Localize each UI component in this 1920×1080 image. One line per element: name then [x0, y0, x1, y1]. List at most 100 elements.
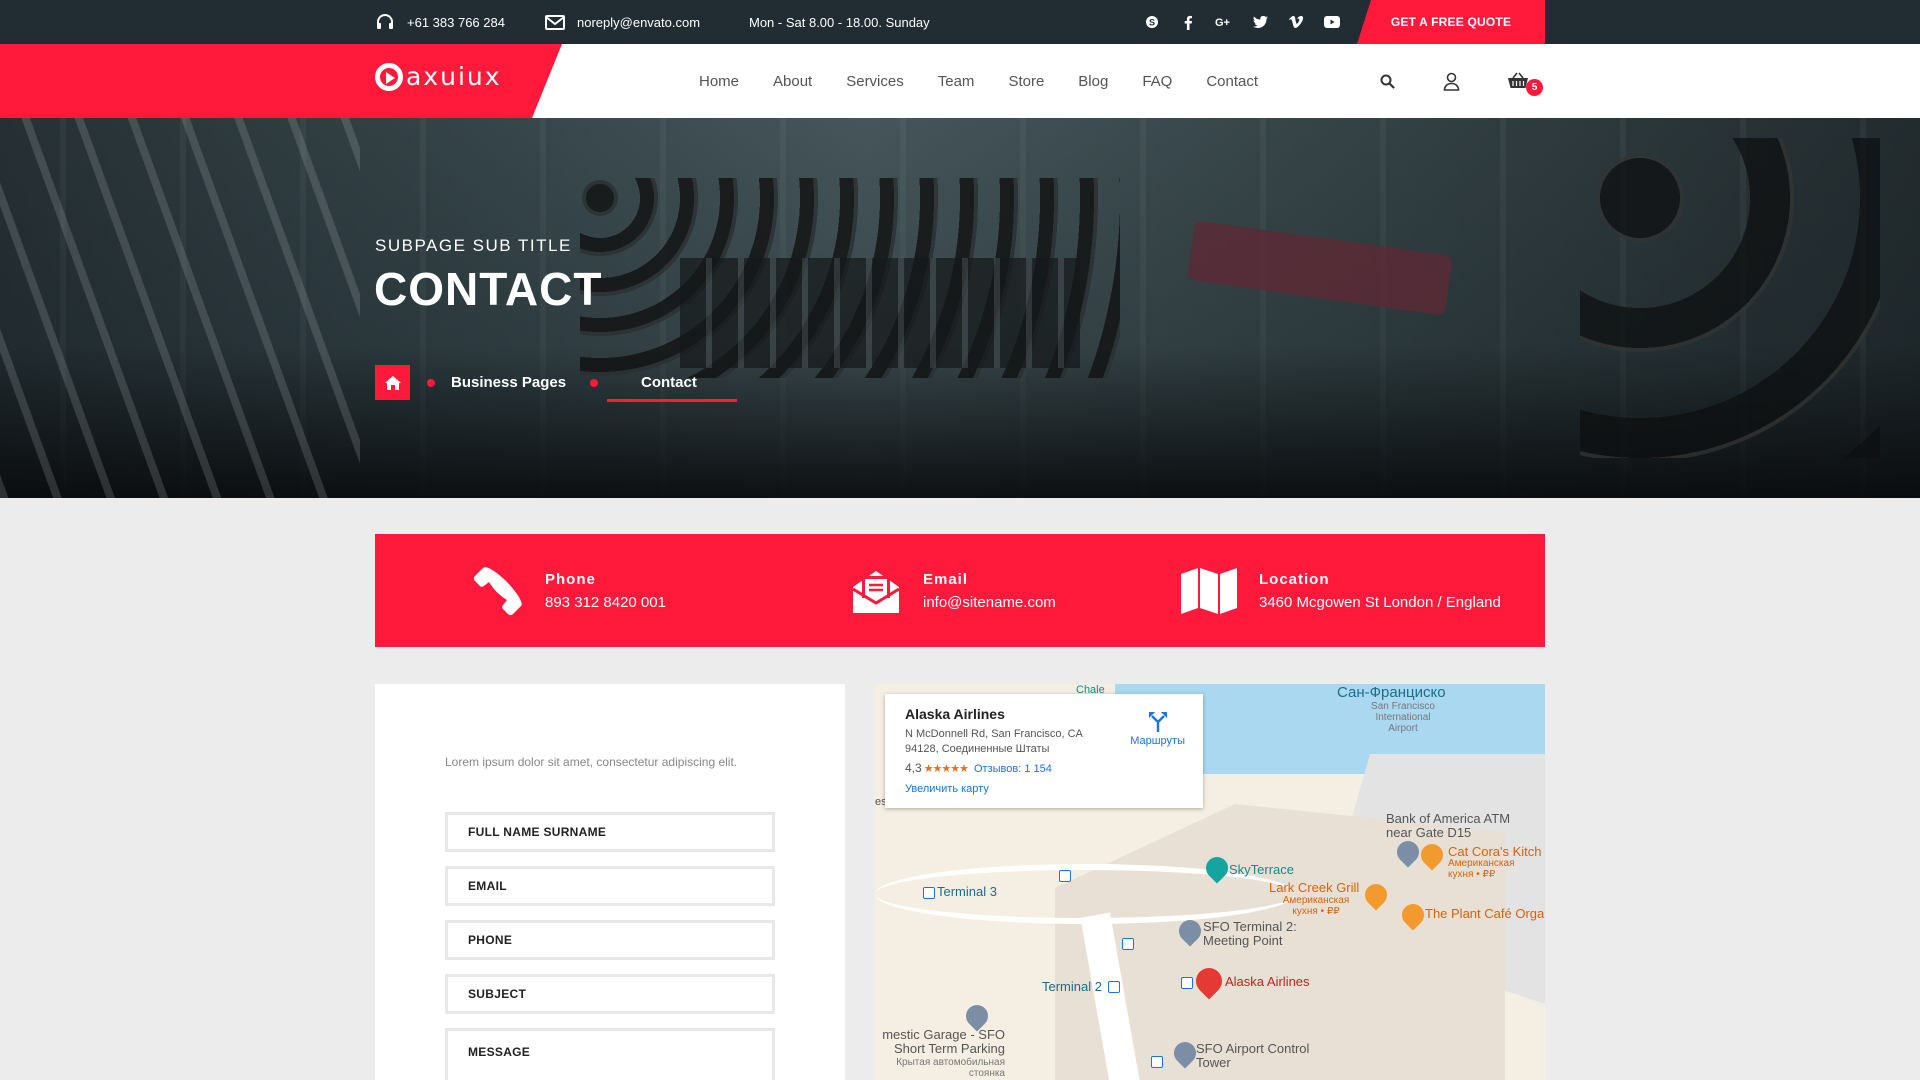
place-rating: 4,3 ★★★★★ Отзывов: 1 154: [905, 761, 1183, 775]
hero-banner: SUBPAGE SUB TITLE CONTACT Business Pages…: [0, 118, 1920, 498]
transit-icon: [1059, 870, 1071, 882]
map-label-bank: Bank of America ATM near Gate D15: [1386, 811, 1511, 840]
rating-value: 4,3: [905, 761, 922, 775]
form-intro: Lorem ipsum dolor sit amet, consectetur …: [445, 755, 738, 769]
map-label-cat-cora-sub: Американская кухня • ₽₽: [1448, 858, 1515, 880]
cart-count-badge: 5: [1526, 79, 1543, 96]
map-label-terminal3: Terminal 3: [937, 884, 997, 899]
map-label-skyterrace: SkyTerrace: [1229, 862, 1295, 877]
nav-home[interactable]: Home: [699, 73, 739, 90]
map-label-sfo-small: San Francisco International Airport: [1371, 701, 1435, 734]
rating-stars-icon: ★★★★★: [923, 763, 969, 775]
nav-contact[interactable]: Contact: [1206, 73, 1258, 90]
map-label-plant: The Plant Café Orga: [1425, 906, 1545, 921]
phone-icon: [473, 566, 523, 616]
twitter-icon[interactable]: [1251, 13, 1269, 31]
breadcrumb-business-pages[interactable]: Business Pages: [451, 374, 566, 391]
google-plus-icon[interactable]: G+: [1215, 13, 1233, 31]
directions-label: Маршруты: [1130, 735, 1185, 747]
directions-button[interactable]: Маршруты: [1130, 712, 1185, 747]
vimeo-icon[interactable]: [1287, 13, 1305, 31]
breadcrumb-home-button[interactable]: [375, 365, 410, 400]
skype-icon[interactable]: S: [1143, 13, 1161, 31]
nav-store[interactable]: Store: [1008, 73, 1044, 90]
site-logo[interactable]: axuiux: [375, 62, 502, 91]
breadcrumb-separator: [427, 379, 435, 387]
subject-field[interactable]: SUBJECT: [445, 974, 775, 1014]
map-label-lark: Lark Creek Grill: [1269, 880, 1360, 895]
transit-icon: [1151, 1056, 1163, 1068]
breadcrumb-separator: [590, 379, 598, 387]
map-label-cat-cora: Cat Cora's Kitch: [1448, 844, 1542, 859]
envelope-icon: [545, 14, 565, 30]
reviews-link[interactable]: Отзывов: 1 154: [974, 763, 1052, 775]
home-icon: [384, 375, 401, 390]
map-label-san-francisco: Сан-Франциско: [1337, 684, 1446, 701]
location-info: Location 3460 Mcgowen St London / Englan…: [1181, 534, 1501, 647]
svg-text:G+: G+: [1215, 17, 1230, 28]
transit-icon: [1108, 981, 1120, 993]
gym-machine-decor: [0, 118, 360, 498]
map-label-sfo-t2: SFO Terminal 2: Meeting Point: [1203, 919, 1297, 948]
email-text: noreply@envato.com: [577, 14, 701, 30]
message-placeholder: MESSAGE: [468, 1045, 531, 1059]
map-label-lark-sub: Американская кухня • ₽₽: [1282, 895, 1350, 917]
hours-text: Mon - Sat 8.00 - 18.00. Sunday: [749, 14, 930, 30]
phone-label: Phone: [545, 570, 596, 588]
map-label-control-tower: SFO Airport Control Tower: [1196, 1041, 1310, 1070]
nav-about[interactable]: About: [773, 73, 812, 90]
full-name-field[interactable]: FULL NAME SURNAME: [445, 812, 775, 852]
directions-icon: [1148, 712, 1167, 732]
map-place-card: Alaska Airlines N McDonnell Rd, San Fran…: [885, 694, 1203, 808]
nav-faq[interactable]: FAQ: [1142, 73, 1172, 90]
email-field[interactable]: EMAIL: [445, 866, 775, 906]
map-icon: [1181, 567, 1237, 614]
phone-contact[interactable]: +61 383 766 284: [375, 0, 505, 44]
contact-form: Lorem ipsum dolor sit amet, consectetur …: [375, 684, 845, 1080]
top-bar: +61 383 766 284 noreply@envato.com Mon -…: [0, 0, 1920, 44]
phone-field[interactable]: PHONE: [445, 920, 775, 960]
page-subtitle: SUBPAGE SUB TITLE: [375, 236, 572, 255]
map-label-terminal2: Terminal 2: [1042, 979, 1102, 994]
email-value[interactable]: info@sitename.com: [923, 594, 1056, 611]
location-label: Location: [1259, 570, 1330, 588]
phone-info: Phone 893 312 8420 001: [473, 534, 666, 647]
get-quote-button[interactable]: GET A FREE QUOTE: [1357, 0, 1545, 44]
logo-text: axuiux: [406, 62, 502, 91]
breadcrumb-active-underline: [607, 399, 737, 402]
search-icon[interactable]: [1374, 68, 1400, 94]
youtube-icon[interactable]: [1323, 13, 1341, 31]
nav-team[interactable]: Team: [938, 73, 975, 90]
phone-placeholder: PHONE: [468, 933, 513, 947]
breadcrumb-current: Contact: [641, 374, 697, 391]
phone-value[interactable]: 893 312 8420 001: [545, 594, 666, 611]
weight-plates-decor: [1580, 138, 1880, 458]
email-info: Email info@sitename.com: [851, 534, 1056, 647]
page-title: CONTACT: [374, 263, 603, 315]
google-map[interactable]: Сан-Франциско San Francisco Internationa…: [875, 684, 1545, 1080]
transit-icon: [1122, 938, 1134, 950]
main-header: axuiux Home About Services Team Store Bl…: [0, 44, 1920, 118]
opening-hours: Mon - Sat 8.00 - 18.00. Sunday: [749, 0, 930, 44]
full-name-placeholder: FULL NAME SURNAME: [468, 825, 607, 839]
contact-info-bar: Phone 893 312 8420 001 Email info@sitena…: [375, 534, 1545, 647]
email-label: Email: [923, 570, 969, 588]
svg-text:S: S: [1149, 18, 1155, 28]
map-label-garage-sub: Крытая автомобильная стоянка: [896, 1057, 1005, 1079]
user-icon[interactable]: [1438, 68, 1464, 94]
dumbbell-row-decor: [680, 258, 1080, 368]
place-address: N McDonnell Rd, San Francisco, CA 94128,…: [905, 728, 1083, 755]
nav-blog[interactable]: Blog: [1078, 73, 1108, 90]
map-label-garage: mestic Garage - SFO Short Term Parking: [882, 1027, 1005, 1056]
facebook-icon[interactable]: [1179, 13, 1197, 31]
email-contact[interactable]: noreply@envato.com: [545, 0, 700, 44]
message-field[interactable]: MESSAGE: [445, 1028, 775, 1080]
social-links: S G+: [1143, 0, 1341, 44]
transit-icon: [1181, 977, 1193, 989]
enlarge-map-link[interactable]: Увеличить карту: [905, 783, 1183, 795]
nav-services[interactable]: Services: [846, 73, 904, 90]
mail-open-icon: [851, 567, 901, 615]
subject-placeholder: SUBJECT: [468, 987, 527, 1001]
headset-icon: [377, 14, 393, 29]
transit-icon: [923, 887, 935, 899]
